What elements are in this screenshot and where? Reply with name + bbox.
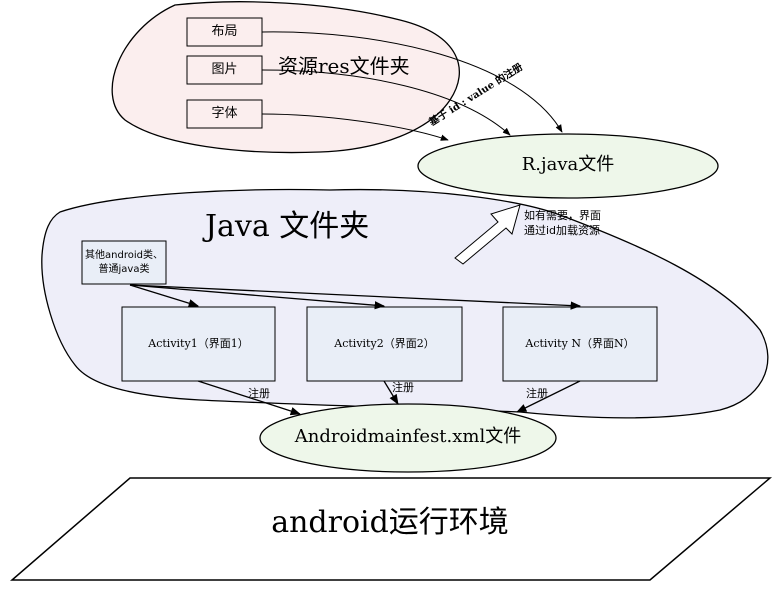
load-note-line2: 通过id加载资源: [524, 224, 601, 237]
other-classes-line2: 普通java类: [98, 264, 150, 275]
diagram-shapes: [9, 1, 773, 581]
activity-label-1: Activity1（界面1）: [148, 337, 249, 350]
manifest-label: Androidmainfest.xml文件: [294, 426, 522, 447]
architecture-diagram: 布局 图片 字体 资源res文件夹 基于 id : value 的注册 R.ja…: [0, 0, 782, 592]
res-item-font: 字体: [211, 106, 238, 121]
register-label-1: 注册: [248, 387, 270, 400]
res-item-layout: 布局: [211, 24, 238, 39]
res-folder-title: 资源res文件夹: [278, 54, 410, 78]
activity-label-n: Activity N（界面N）: [525, 337, 635, 350]
other-classes-box: [81, 240, 167, 285]
activity-label-2: Activity2（界面2）: [334, 337, 435, 350]
load-note-line1: 如有需要，界面: [524, 209, 601, 222]
register-label-2: 注册: [392, 381, 414, 394]
java-folder-title: Java 文件夹: [205, 209, 370, 244]
runtime-label: android运行环境: [271, 505, 509, 540]
register-label-3: 注册: [526, 387, 548, 400]
rjava-label: R.java文件: [521, 154, 615, 175]
other-classes-line1: 其他android类、: [85, 250, 163, 261]
res-item-image: 图片: [211, 62, 238, 77]
